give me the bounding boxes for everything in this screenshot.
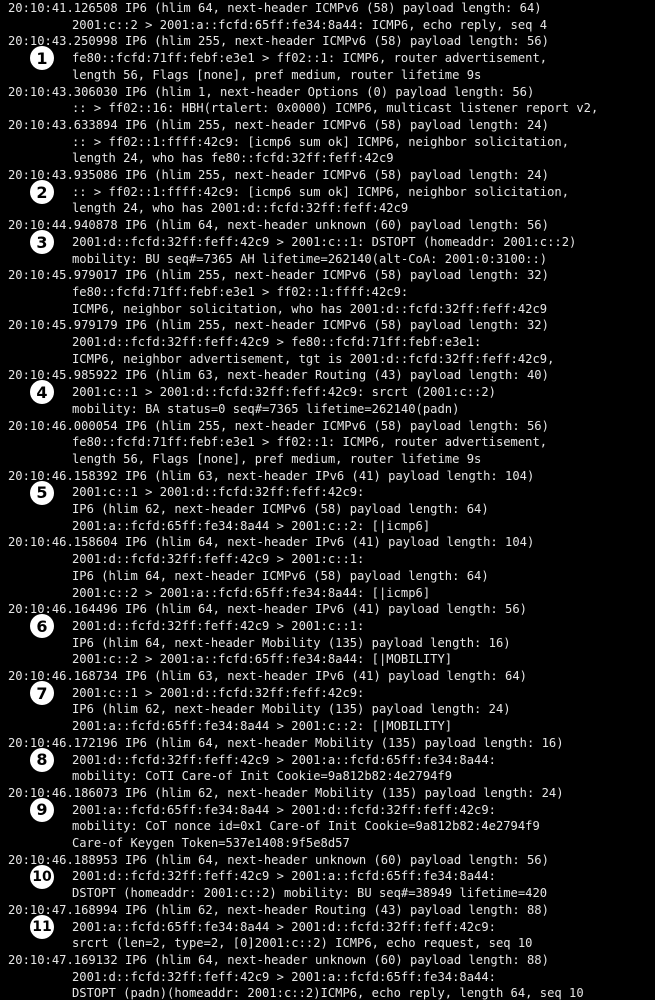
log-detail-line: IP6 (hlim 64, next-header ICMPv6 (58) pa… xyxy=(72,568,489,583)
log-header-line: 20:10:46.168734 IP6 (hlim 63, next-heade… xyxy=(8,669,527,683)
log-header-line: 20:10:46.188953 IP6 (hlim 64, next-heade… xyxy=(8,852,549,867)
log-detail-line: 2001:c::1 > 2001:d::fcfd:32ff:feff:42c9: xyxy=(72,685,365,700)
log-detail-line: 2001:c::1 > 2001:d::fcfd:32ff:feff:42c9: xyxy=(72,485,365,500)
log-detail-line: mobility: CoTI Care-of Init Cookie=9a812… xyxy=(72,769,453,784)
log-header-line: 20:10:46.164496 IP6 (hlim 64, next-heade… xyxy=(8,602,527,617)
log-header-line: 20:10:46.158604 IP6 (hlim 64, next-heade… xyxy=(8,535,535,550)
log-detail-line: mobility: BU seq#=7365 AH lifetime=26214… xyxy=(72,251,548,266)
log-detail-line: IP6 (hlim 62, next-header Mobility (135)… xyxy=(72,702,511,717)
log-header-line: 20:10:43.306030 IP6 (hlim 1, next-header… xyxy=(8,84,535,99)
log-detail-line: ICMP6, neighbor solicitation, who has 20… xyxy=(72,301,548,316)
log-detail-line: fe80::fcfd:71ff:febf:e3e1 > ff02::1: ICM… xyxy=(72,435,548,450)
log-detail-line: 2001:d::fcfd:32ff:feff:42c9 > 2001:a::fc… xyxy=(72,869,496,884)
step-marker-9: 9 xyxy=(30,797,54,822)
log-detail-line: 2001:c::1 > 2001:d::fcfd:32ff:feff:42c9:… xyxy=(72,385,496,400)
log-detail-line: 2001:d::fcfd:32ff:feff:42c9 > 2001:c::1: xyxy=(72,618,365,633)
log-detail-line: Care-of Keygen Token=537e1408:9f5e8d57 xyxy=(72,836,350,850)
log-detail-line: :: > ff02::16: HBH(rtalert: 0x0000) ICMP… xyxy=(72,101,599,116)
step-marker-7: 7 xyxy=(30,681,54,706)
log-header-line: 20:10:46.186073 IP6 (hlim 62, next-heade… xyxy=(8,785,564,800)
log-header-line: 20:10:45.985922 IP6 (hlim 63, next-heade… xyxy=(8,368,549,383)
log-detail-line: 2001:a::fcfd:65ff:fe34:8a44 > 2001:d::fc… xyxy=(72,919,496,934)
step-marker-3: 3 xyxy=(30,230,54,255)
step-marker-1: 1 xyxy=(30,46,54,71)
step-marker-8: 8 xyxy=(30,747,54,772)
log-header-line: 20:10:47.169132 IP6 (hlim 64, next-heade… xyxy=(8,952,549,967)
step-marker-5: 5 xyxy=(30,480,54,505)
log-detail-line: mobility: CoT nonce id=0x1 Care-of Init … xyxy=(72,819,540,834)
log-detail-line: 2001:c::2 > 2001:a::fcfd:65ff:fe34:8a44:… xyxy=(72,652,453,667)
step-marker-6: 6 xyxy=(30,614,54,639)
log-detail-line: 2001:c::2 > 2001:a::fcfd:65ff:fe34:8a44:… xyxy=(72,585,431,600)
log-detail-line: IP6 (hlim 64, next-header Mobility (135)… xyxy=(72,635,511,650)
log-detail-line: fe80::fcfd:71ff:febf:e3e1 > ff02::1: ICM… xyxy=(72,51,548,66)
log-header-line: 20:10:43.633894 IP6 (hlim 255, next-head… xyxy=(8,117,549,132)
log-detail-line: length 24, who has 2001:d::fcfd:32ff:fef… xyxy=(72,201,409,216)
log-detail-line: IP6 (hlim 62, next-header ICMPv6 (58) pa… xyxy=(72,502,489,516)
log-detail-line: :: > ff02::1:ffff:42c9: [icmp6 sum ok] I… xyxy=(72,134,570,149)
step-marker-11: 11 xyxy=(30,914,54,939)
terminal-output[interactable]: 20:10:41.126508 IP6 (hlim 64, next-heade… xyxy=(0,0,655,1000)
log-detail-line: 2001:d::fcfd:32ff:feff:42c9 > 2001:c::1: xyxy=(72,552,365,567)
log-detail-line: srcrt (len=2, type=2, [0]2001:c::2) ICMP… xyxy=(72,936,533,951)
log-detail-line: 2001:a::fcfd:65ff:fe34:8a44 > 2001:c::2:… xyxy=(72,719,453,734)
log-detail-line: 2001:d::fcfd:32ff:feff:42c9 > 2001:a::fc… xyxy=(72,752,496,767)
log-header-line: 20:10:43.935086 IP6 (hlim 255, next-head… xyxy=(8,168,549,182)
log-detail-line: ICMP6, neighbor advertisement, tgt is 20… xyxy=(72,351,555,366)
log-detail-line: 2001:a::fcfd:65ff:fe34:8a44 > 2001:c::2:… xyxy=(72,518,431,533)
log-detail-line: 2001:d::fcfd:32ff:feff:42c9 > 2001:a::fc… xyxy=(72,969,496,984)
log-header-line: 20:10:46.000054 IP6 (hlim 255, next-head… xyxy=(8,418,549,433)
log-header-line: 20:10:47.168994 IP6 (hlim 62, next-heade… xyxy=(8,902,549,917)
log-detail-line: :: > ff02::1:ffff:42c9: [icmp6 sum ok] I… xyxy=(72,184,570,199)
log-header-line: 20:10:44.940878 IP6 (hlim 64, next-heade… xyxy=(8,218,549,233)
log-detail-line: 2001:d::fcfd:32ff:feff:42c9 > 2001:c::1:… xyxy=(72,234,577,249)
log-header-line: 20:10:45.979179 IP6 (hlim 255, next-head… xyxy=(8,318,549,333)
log-detail-line: length 56, Flags [none], pref medium, ro… xyxy=(72,451,482,466)
log-detail-line: length 24, who has fe80::fcfd:32ff:feff:… xyxy=(72,151,394,166)
log-detail-line: 2001:c::2 > 2001:a::fcfd:65ff:fe34:8a44:… xyxy=(72,17,548,32)
log-detail-line: 2001:a::fcfd:65ff:fe34:8a44 > 2001:d::fc… xyxy=(72,802,496,817)
log-header-line: 20:10:41.126508 IP6 (hlim 64, next-heade… xyxy=(8,1,542,15)
log-header-line: 20:10:46.172196 IP6 (hlim 64, next-heade… xyxy=(8,735,564,750)
log-header-line: 20:10:45.979017 IP6 (hlim 255, next-head… xyxy=(8,268,549,283)
log-detail-line: DSTOPT (homeaddr: 2001:c::2) mobility: B… xyxy=(72,886,548,901)
step-marker-2: 2 xyxy=(30,180,54,205)
step-marker-10: 10 xyxy=(30,864,54,889)
log-detail-line: mobility: BA status=0 seq#=7365 lifetime… xyxy=(72,401,460,416)
log-detail-line: 2001:d::fcfd:32ff:feff:42c9 > fe80::fcfd… xyxy=(72,335,482,349)
log-detail-line: length 56, Flags [none], pref medium, ro… xyxy=(72,67,482,82)
log-detail-line: fe80::fcfd:71ff:febf:e3e1 > ff02::1:ffff… xyxy=(72,284,409,299)
log-header-line: 20:10:43.250998 IP6 (hlim 255, next-head… xyxy=(8,34,549,49)
log-detail-line: DSTOPT (padn)(homeaddr: 2001:c::2)ICMP6,… xyxy=(72,986,584,1000)
step-marker-4: 4 xyxy=(30,380,54,405)
log-header-line: 20:10:46.158392 IP6 (hlim 63, next-heade… xyxy=(8,468,535,483)
